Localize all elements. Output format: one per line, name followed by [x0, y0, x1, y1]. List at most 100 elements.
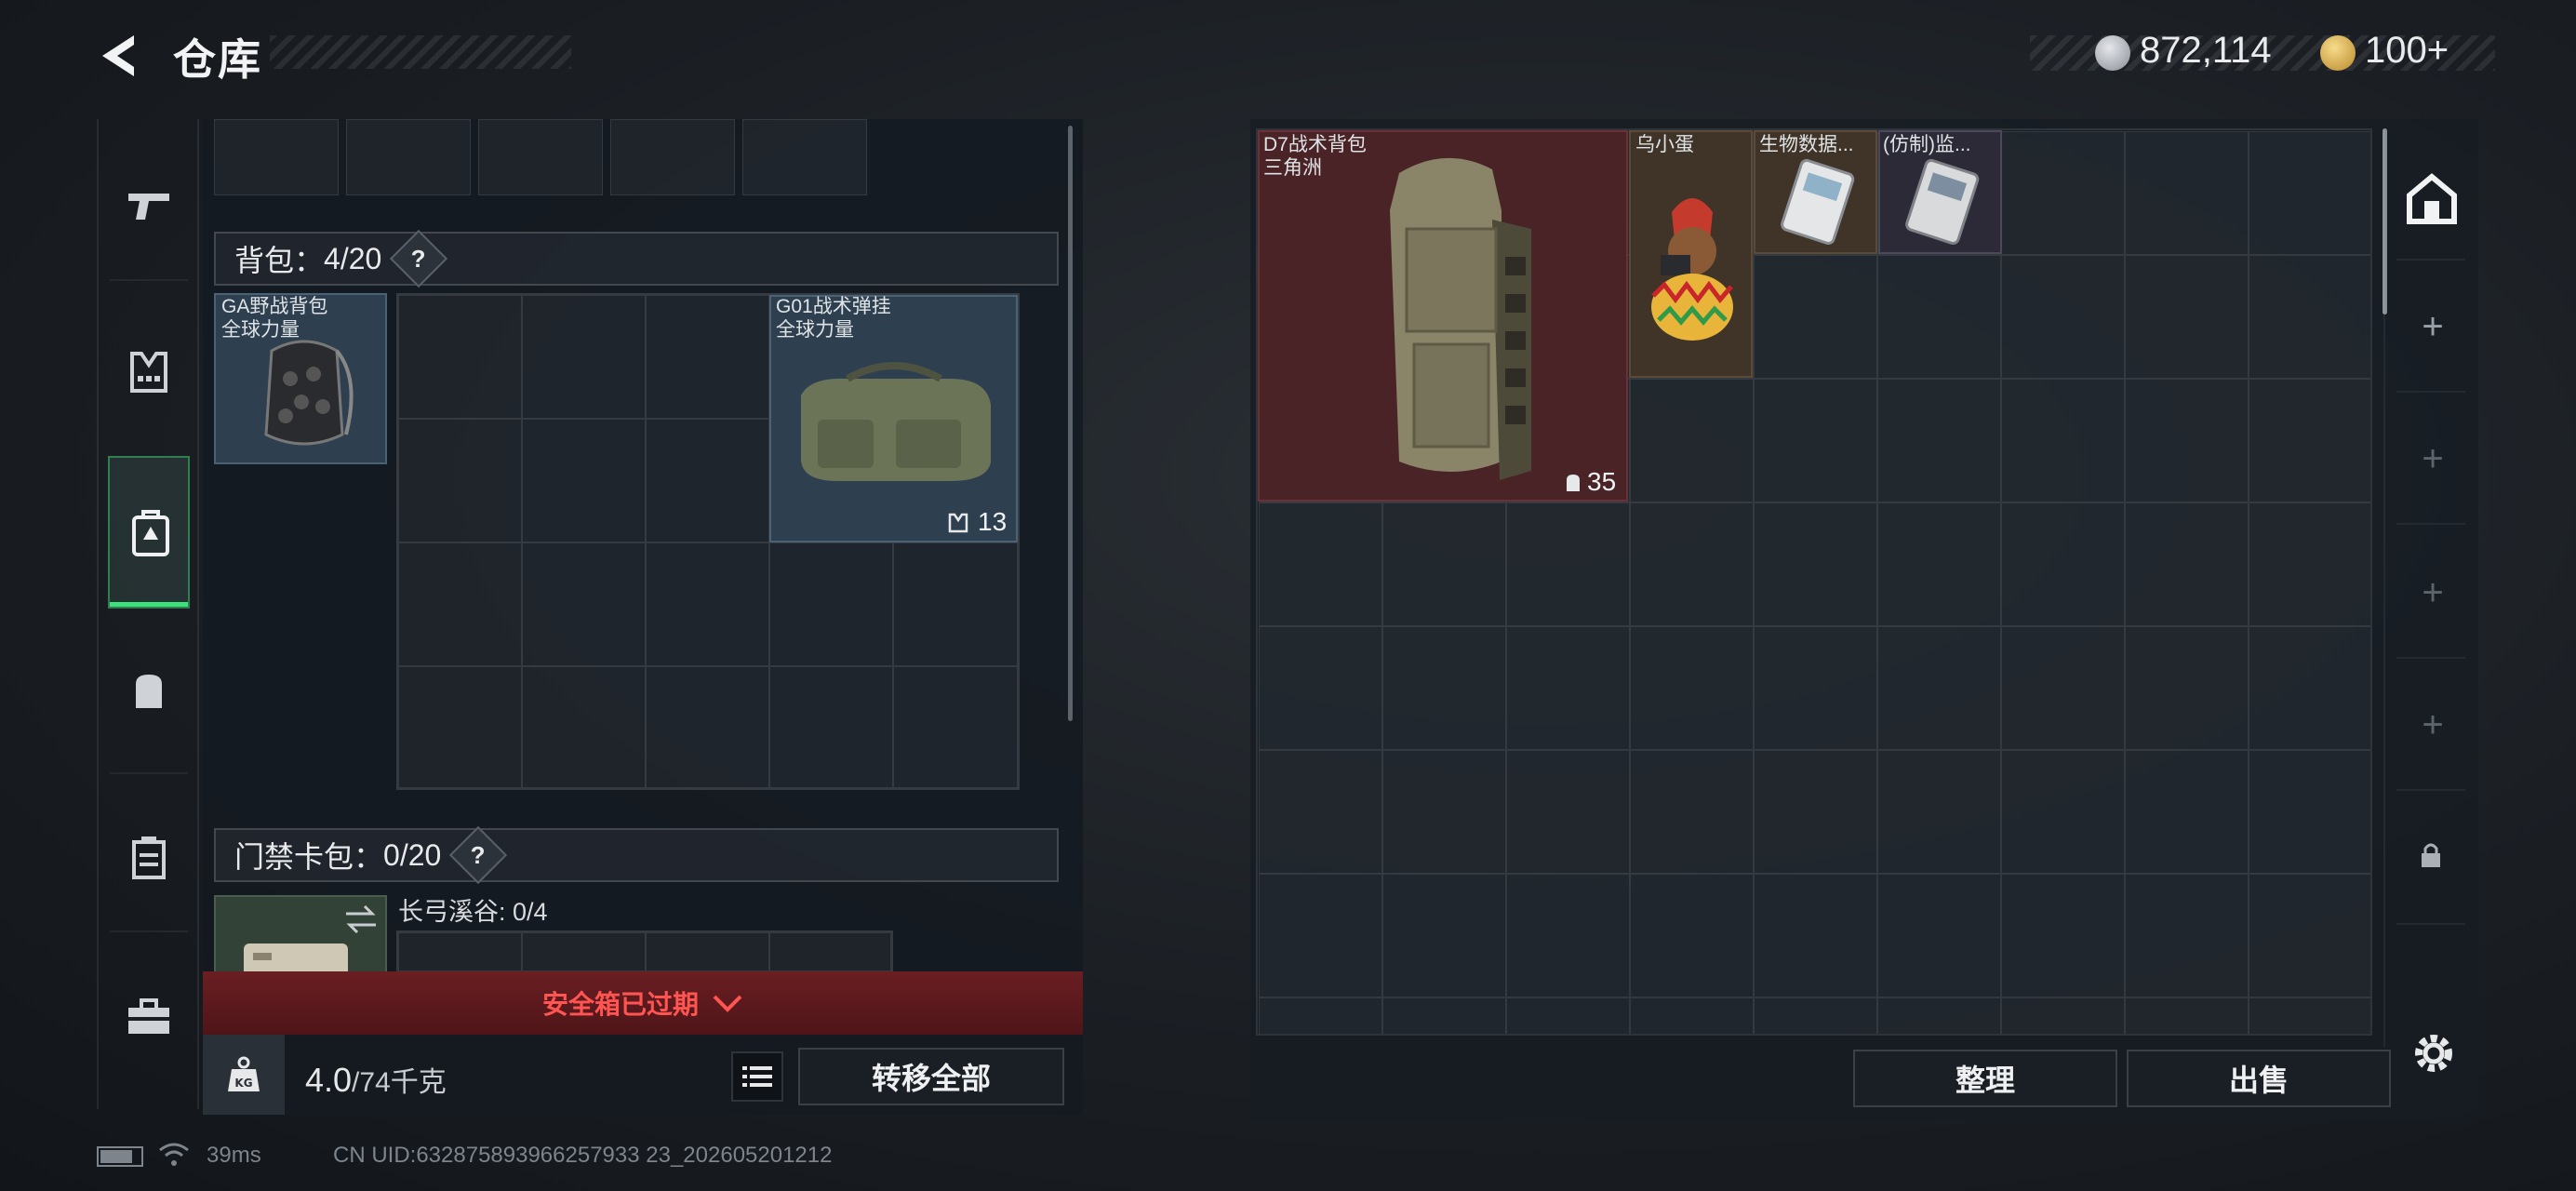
stash-slot[interactable] [1754, 997, 1877, 1034]
stash-slot[interactable] [2249, 874, 2370, 997]
stash-slot[interactable] [2249, 131, 2370, 255]
back-arrow-icon[interactable] [93, 28, 149, 84]
swap-icon[interactable] [342, 903, 380, 936]
stash-slot[interactable] [1877, 874, 2001, 997]
stash-slot[interactable] [1877, 255, 2001, 379]
grid-slot[interactable] [522, 295, 646, 419]
stash-slot[interactable] [2001, 255, 2125, 379]
grid-slot[interactable] [646, 419, 769, 542]
grid-slot[interactable] [610, 119, 735, 195]
stash-slot[interactable] [2249, 997, 2370, 1034]
stash-slot[interactable] [1630, 379, 1754, 502]
stash-slot[interactable] [2125, 379, 2249, 502]
stash-slot[interactable] [2125, 502, 2249, 626]
grid-slot[interactable] [398, 542, 522, 666]
stash-slot[interactable] [1382, 502, 1506, 626]
stash-slot[interactable] [1630, 502, 1754, 626]
stash-slot[interactable] [1754, 626, 1877, 750]
stash-slot[interactable] [1506, 997, 1630, 1034]
stash-slot[interactable] [1506, 750, 1630, 874]
stash-slot[interactable] [2001, 997, 2125, 1034]
stash-slot[interactable] [1877, 750, 2001, 874]
stash-slot[interactable] [1382, 750, 1506, 874]
stash-slot[interactable] [1877, 502, 2001, 626]
grid-slot[interactable] [893, 542, 1018, 666]
grid-slot[interactable] [646, 932, 769, 971]
grid-slot[interactable] [522, 666, 646, 788]
stash-slot[interactable] [1259, 997, 1382, 1034]
stash-slot[interactable] [2001, 750, 2125, 874]
stash-slot[interactable] [2001, 502, 2125, 626]
grid-slot[interactable] [646, 666, 769, 788]
add-tab-plus-icon[interactable]: + [2409, 569, 2456, 616]
stash-item-egg[interactable] [1629, 130, 1753, 378]
stash-slot[interactable] [2125, 997, 2249, 1034]
grid-slot[interactable] [398, 295, 522, 419]
grid-slot[interactable] [769, 542, 893, 666]
stash-slot[interactable] [1754, 750, 1877, 874]
stash-slot[interactable] [1877, 997, 2001, 1034]
stash-slot[interactable] [1506, 502, 1630, 626]
stash-slot[interactable] [1259, 626, 1382, 750]
sell-button[interactable]: 出售 [2127, 1050, 2391, 1107]
stash-slot[interactable] [1382, 626, 1506, 750]
stash-slot[interactable] [2125, 131, 2249, 255]
stash-slot[interactable] [1754, 874, 1877, 997]
grid-slot[interactable] [646, 295, 769, 419]
grid-slot[interactable] [398, 932, 522, 971]
stash-slot[interactable] [1506, 626, 1630, 750]
stash-slot[interactable] [1259, 750, 1382, 874]
stash-slot[interactable] [2001, 131, 2125, 255]
stash-item-d7-backpack[interactable]: 35 [1258, 130, 1628, 502]
equipment-scrollbar[interactable] [1068, 126, 1073, 721]
stash-slot[interactable] [1630, 626, 1754, 750]
grid-slot[interactable] [398, 666, 522, 788]
help-icon[interactable]: ? [390, 229, 448, 288]
grid-slot[interactable] [769, 666, 893, 788]
stash-home-icon[interactable] [2406, 173, 2458, 225]
stash-slot[interactable] [1382, 997, 1506, 1034]
stash-slot[interactable] [2001, 874, 2125, 997]
bag-tab[interactable] [110, 651, 188, 729]
stash-slot[interactable] [1877, 379, 2001, 502]
list-view-button[interactable] [731, 1051, 783, 1102]
grid-slot[interactable] [398, 419, 522, 542]
stash-slot[interactable] [2249, 502, 2370, 626]
stash-slot[interactable] [2249, 750, 2370, 874]
grid-slot[interactable] [346, 119, 471, 195]
stash-slot[interactable] [1506, 874, 1630, 997]
lock-icon[interactable] [2419, 841, 2443, 874]
grid-slot[interactable] [214, 119, 339, 195]
grid-slot[interactable] [522, 932, 646, 971]
settings-gear-icon[interactable] [2409, 1029, 2458, 1082]
stash-slot[interactable] [2125, 874, 2249, 997]
transfer-all-button[interactable]: 转移全部 [798, 1048, 1064, 1105]
weapon-tab[interactable] [110, 167, 188, 246]
stash-slot[interactable] [1877, 626, 2001, 750]
stash-slot[interactable] [2249, 379, 2370, 502]
safe-box-expired-banner[interactable]: 安全箱已过期 [203, 971, 1083, 1035]
stash-slot[interactable] [1259, 502, 1382, 626]
grid-slot[interactable] [522, 419, 646, 542]
add-tab-plus-icon[interactable]: + [2409, 435, 2456, 482]
grid-slot[interactable] [893, 666, 1018, 788]
toolbox-tab[interactable] [110, 977, 188, 1055]
stash-slot[interactable] [1754, 379, 1877, 502]
stash-slot[interactable] [1754, 255, 1877, 379]
stash-slot[interactable] [2125, 750, 2249, 874]
case-tab[interactable] [110, 819, 188, 897]
stash-slot[interactable] [1630, 997, 1754, 1034]
grid-slot[interactable] [478, 119, 603, 195]
grid-slot[interactable] [742, 119, 867, 195]
stash-slot[interactable] [2249, 626, 2370, 750]
grid-slot[interactable] [769, 932, 891, 971]
stash-slot[interactable] [1630, 750, 1754, 874]
sort-button[interactable]: 整理 [1853, 1050, 2117, 1107]
stash-slot[interactable] [1754, 502, 1877, 626]
stash-slot[interactable] [1259, 874, 1382, 997]
keycard-case-slot[interactable] [214, 895, 387, 973]
armor-tab[interactable] [110, 333, 188, 411]
stash-slot[interactable] [1630, 874, 1754, 997]
grid-slot[interactable] [646, 542, 769, 666]
stash-slot[interactable] [2001, 626, 2125, 750]
